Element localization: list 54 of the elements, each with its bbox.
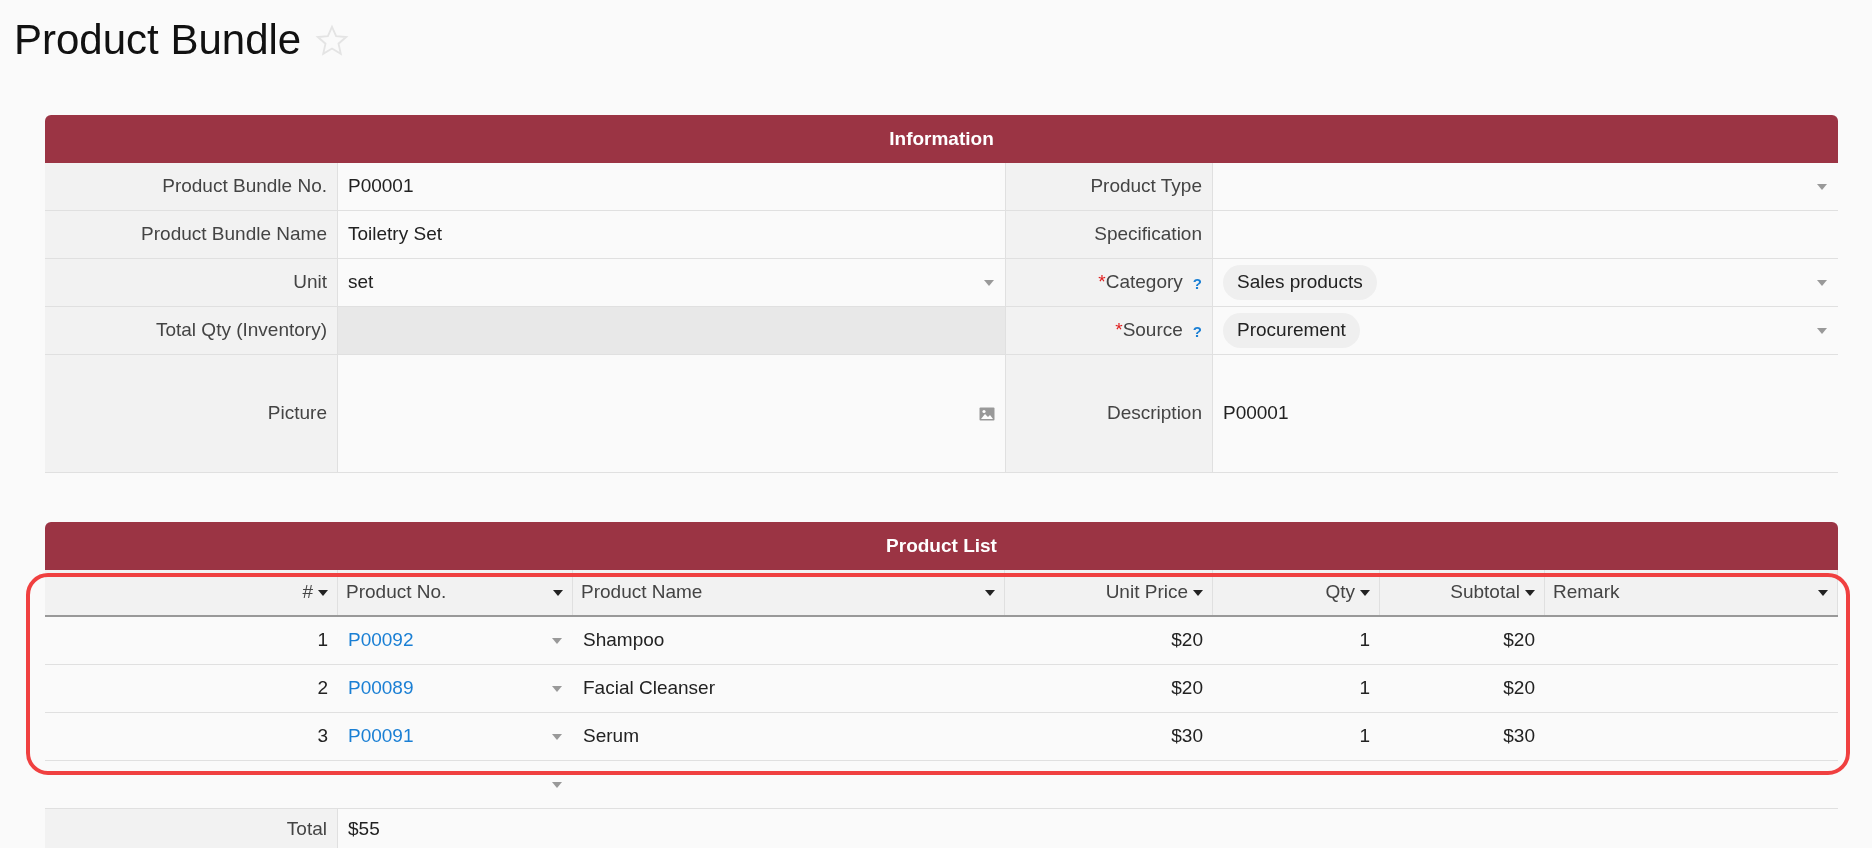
- caret-icon[interactable]: [317, 588, 329, 597]
- table-cell-text: $20: [1502, 676, 1536, 701]
- column-header[interactable]: Product Name: [573, 570, 1005, 615]
- section-header: Product List: [45, 522, 1838, 570]
- section-header: Information: [45, 115, 1838, 163]
- caret-icon[interactable]: [1524, 588, 1536, 597]
- table-cell-text: 2: [316, 676, 329, 701]
- tag-chip: Sales products: [1223, 265, 1377, 300]
- help-mark[interactable]: ?: [1192, 273, 1202, 296]
- image-icon[interactable]: [979, 406, 995, 421]
- total-label: Total: [45, 809, 338, 848]
- field-label: Picture: [267, 401, 327, 426]
- page-title: Product Bundle: [14, 15, 302, 65]
- required-mark: *: [1098, 270, 1106, 295]
- field-label: Product Bundle No.: [162, 174, 327, 199]
- table-cell-text: $20: [1502, 628, 1536, 653]
- column-header[interactable]: Subtotal: [1380, 570, 1545, 615]
- field-label: Source: [1122, 318, 1183, 343]
- field-label: Unit: [293, 270, 327, 295]
- help-mark[interactable]: ?: [1192, 321, 1202, 344]
- table-cell-text: Serum: [582, 724, 640, 749]
- column-header[interactable]: #: [45, 570, 338, 615]
- table-cell-text: Shampoo: [582, 628, 666, 653]
- table-cell-text: Facial Cleanser: [582, 676, 716, 701]
- field-label: Total Qty (Inventory): [155, 318, 327, 343]
- field-label: Specification: [1094, 222, 1202, 247]
- caret-icon[interactable]: [984, 588, 996, 597]
- table-cell-text: $30: [1170, 724, 1204, 749]
- table-cell-text: 1: [1358, 724, 1371, 749]
- total-value: $55: [347, 816, 381, 841]
- column-header[interactable]: Remark: [1545, 570, 1838, 615]
- field-label: Product Bundle Name: [141, 222, 327, 247]
- table-cell-text: 1: [1358, 676, 1371, 701]
- field-label: Description: [1106, 401, 1202, 426]
- column-header[interactable]: Product No.: [338, 570, 573, 615]
- caret-icon[interactable]: [552, 588, 564, 597]
- caret-icon[interactable]: [1817, 588, 1829, 597]
- table-cell-text: 1: [316, 628, 329, 653]
- table-cell-text: $20: [1170, 628, 1204, 653]
- table-cell-text: 3: [316, 724, 329, 749]
- tag-chip: Procurement: [1223, 313, 1360, 348]
- product-link[interactable]: P00092: [348, 626, 414, 655]
- field-label: Category: [1105, 270, 1183, 295]
- table-cell-text: $30: [1502, 724, 1536, 749]
- field-label: Product Type: [1090, 174, 1202, 199]
- column-header[interactable]: Unit Price: [1005, 570, 1213, 615]
- product-link[interactable]: P00089: [348, 674, 414, 703]
- required-mark: *: [1115, 318, 1123, 343]
- caret-icon[interactable]: [1192, 588, 1204, 597]
- table-cell-text: $20: [1170, 676, 1204, 701]
- caret-icon[interactable]: [1359, 588, 1371, 597]
- product-link[interactable]: P00091: [348, 722, 414, 751]
- table-cell-text: 1: [1358, 628, 1371, 653]
- column-header[interactable]: Qty: [1213, 570, 1380, 615]
